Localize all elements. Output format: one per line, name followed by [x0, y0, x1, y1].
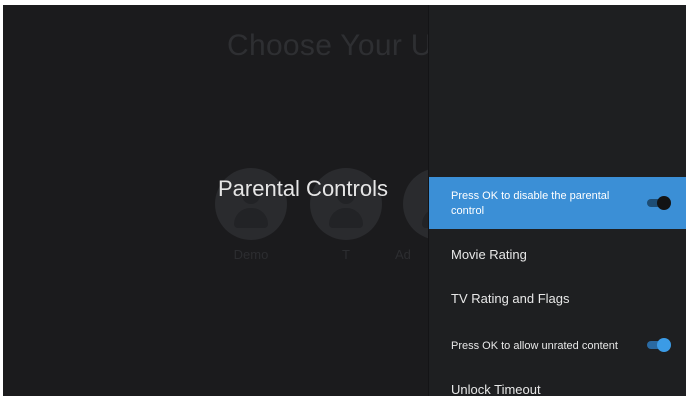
unlock-timeout-item[interactable]: Unlock Timeout: [429, 367, 686, 396]
user-icon-body: [234, 208, 268, 228]
unlock-timeout-label: Unlock Timeout: [451, 382, 541, 396]
disable-parental-control-item[interactable]: Press OK to disable the parental control: [429, 177, 686, 229]
tv-rating-flags-item[interactable]: TV Rating and Flags: [429, 277, 686, 321]
tv-screen: Choose Your U Demo T Ad Parental Control…: [3, 5, 686, 396]
toggle-knob: [657, 196, 671, 210]
allow-unrated-content-item[interactable]: Press OK to allow unrated content: [429, 323, 686, 367]
disable-parental-control-label: Press OK to disable the parental control: [451, 190, 610, 217]
unrated-content-toggle[interactable]: [645, 338, 671, 352]
allow-unrated-content-label: Press OK to allow unrated content: [451, 340, 618, 352]
parental-control-toggle[interactable]: [645, 196, 671, 210]
user-name-t: T: [342, 247, 350, 262]
movie-rating-label: Movie Rating: [451, 247, 527, 262]
user-icon-body: [329, 208, 363, 228]
tv-rating-flags-label: TV Rating and Flags: [451, 291, 570, 306]
toggle-knob: [657, 338, 671, 352]
choose-user-title: Choose Your U: [227, 29, 433, 62]
movie-rating-item[interactable]: Movie Rating: [429, 233, 686, 277]
user-name-demo: Demo: [233, 247, 269, 262]
parental-controls-title: Parental Controls: [218, 176, 388, 201]
parental-controls-panel: Press OK to disable the parental control…: [428, 5, 686, 396]
